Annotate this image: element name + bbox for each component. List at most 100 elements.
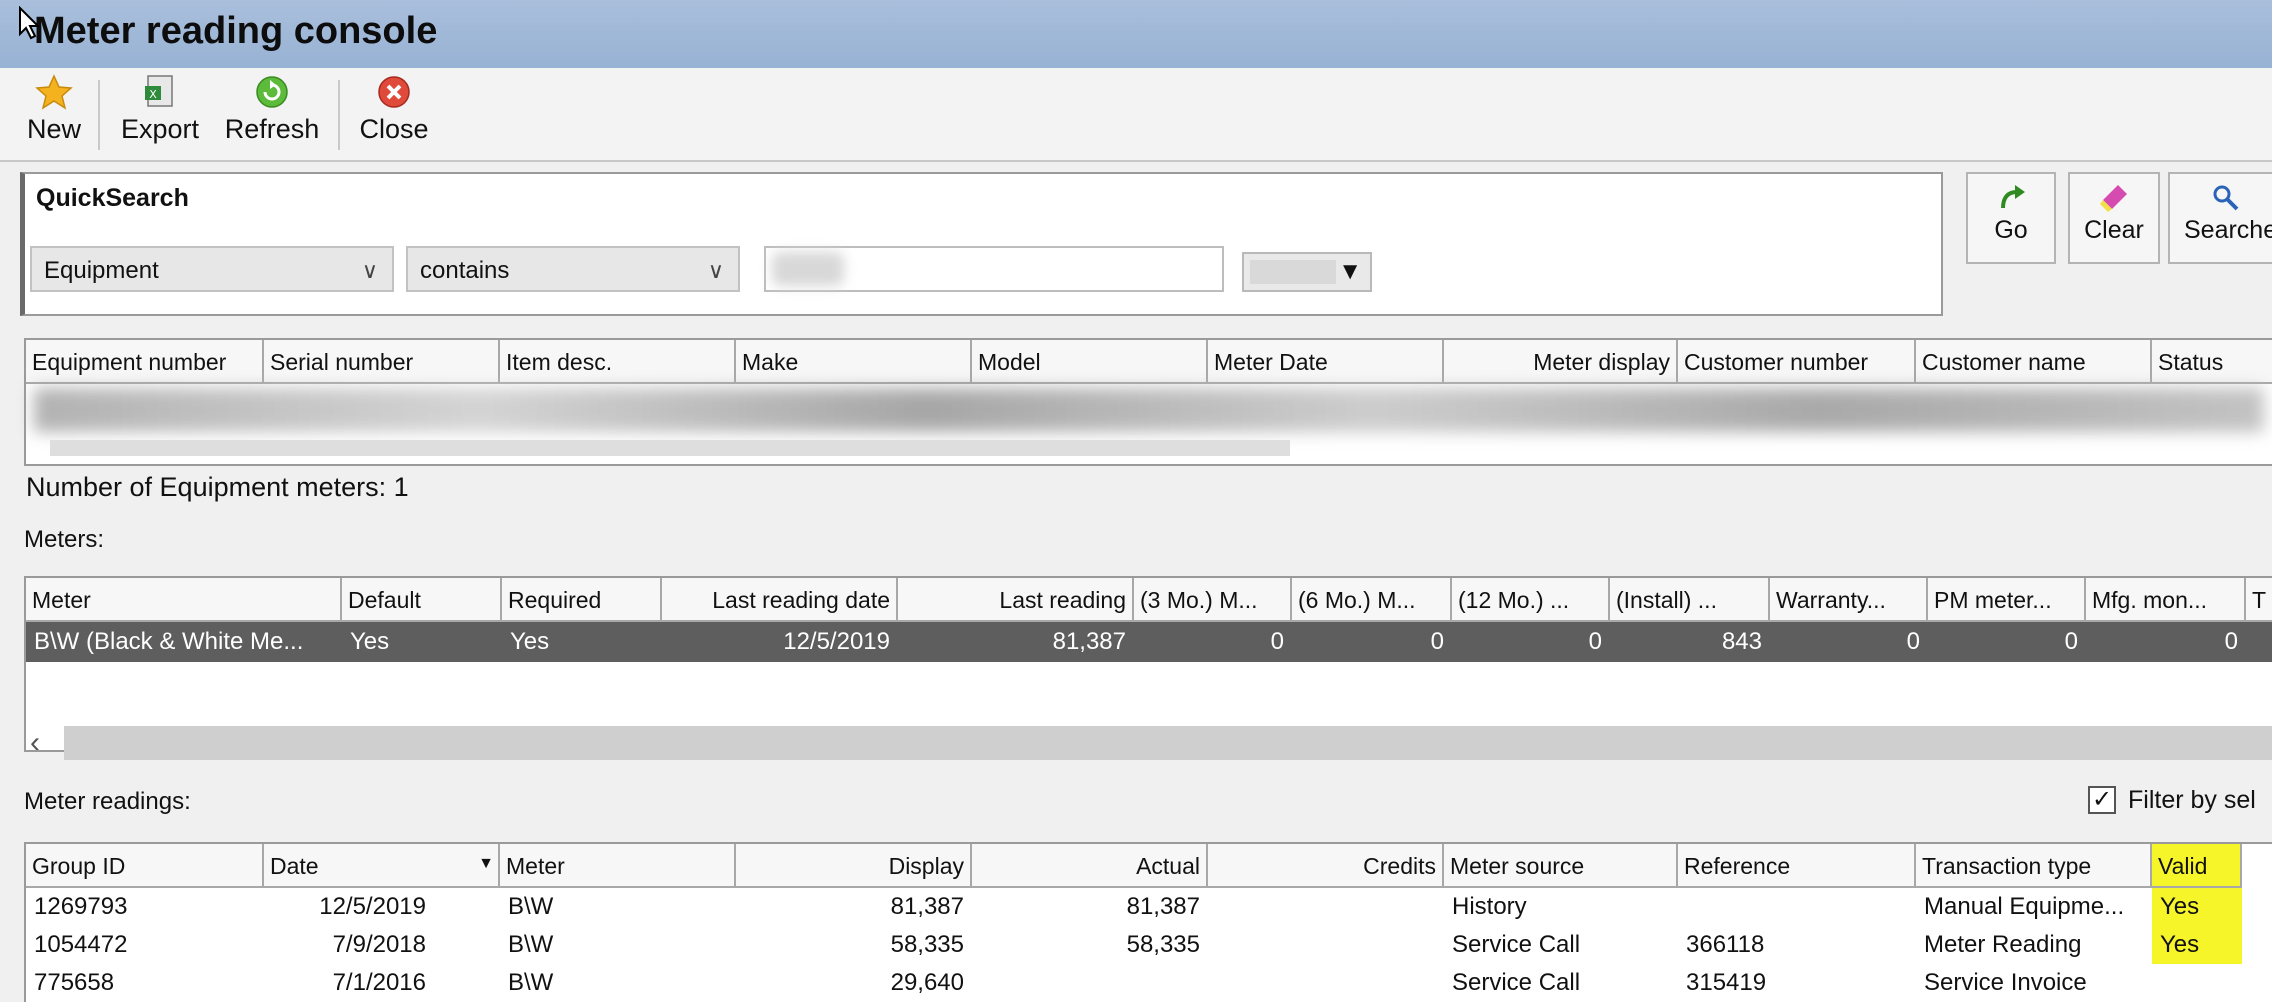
meter-cell: B\W (Black & White Me... (34, 628, 304, 655)
default-cell: Yes (350, 628, 390, 655)
searches-button[interactable]: Searche (2168, 172, 2272, 264)
export-button[interactable]: X Export (114, 74, 206, 145)
column-header-credits[interactable]: Credits (1208, 844, 1444, 888)
column-header-meter-date[interactable]: Meter Date (1208, 340, 1444, 384)
column-header-equipment-number[interactable]: Equipment number (26, 340, 264, 384)
transaction-type-cell: Service Invoice (1924, 969, 2087, 996)
reference-cell: 366118 (1686, 931, 1765, 958)
dropdown-arrow-icon: ▼ (1338, 258, 1362, 285)
chevron-down-icon: ∨ (361, 258, 378, 283)
clear-label: Clear (2084, 216, 2144, 244)
star-icon (35, 74, 73, 110)
last-reading-cell: 81,387 (1052, 628, 1126, 655)
valid-cell (2152, 964, 2242, 1002)
column-header-mfg-mon[interactable]: Mfg. mon... (2086, 578, 2246, 622)
3mo-cell: 0 (1270, 628, 1284, 655)
column-header-3mo[interactable]: (3 Mo.) M... (1134, 578, 1292, 622)
meters-horizontal-scrollbar[interactable] (64, 726, 2272, 760)
svg-text:X: X (149, 88, 157, 101)
column-header-t[interactable]: T (2246, 578, 2272, 622)
column-header-12mo[interactable]: (12 Mo.) ... (1452, 578, 1610, 622)
column-header-date[interactable]: Date ▼ (264, 844, 500, 888)
refresh-button[interactable]: Refresh (220, 74, 324, 145)
actual-cell: 58,335 (1126, 931, 1200, 958)
group-id-cell: 1054472 (34, 931, 128, 958)
column-header-customer-name[interactable]: Customer name (1916, 340, 2152, 384)
close-button[interactable]: Close (352, 74, 436, 145)
column-header-valid[interactable]: Valid (2152, 844, 2242, 888)
install-cell: 843 (1721, 628, 1762, 655)
column-header-transaction-type[interactable]: Transaction type (1916, 844, 2152, 888)
go-button[interactable]: Go (1966, 172, 2056, 264)
highlight-color-picker[interactable]: ▼ (1242, 252, 1372, 292)
filter-by-selection-checkbox[interactable]: ✓ (2088, 786, 2116, 814)
display-cell: 58,335 (890, 931, 964, 958)
meter-source-cell: Service Call (1452, 969, 1581, 996)
column-header-install[interactable]: (Install) ... (1610, 578, 1770, 622)
close-icon (378, 76, 410, 108)
color-swatch (1250, 260, 1336, 284)
equipment-meter-count: Number of Equipment meters: 1 (26, 472, 409, 502)
column-header-last-reading[interactable]: Last reading (898, 578, 1134, 622)
column-header-model[interactable]: Model (972, 340, 1208, 384)
equipment-horizontal-scrollbar[interactable] (50, 440, 1290, 456)
column-header-status[interactable]: Status (2152, 340, 2272, 384)
group-id-cell: 775658 (34, 969, 115, 996)
column-header-make[interactable]: Make (736, 340, 972, 384)
meters-section-label: Meters: (24, 526, 105, 553)
search-operator-select[interactable]: contains ∨ (406, 246, 740, 292)
clear-button[interactable]: Clear (2068, 172, 2160, 264)
display-cell: 29,640 (890, 969, 964, 996)
date-header-label: Date (270, 853, 319, 879)
column-header-required[interactable]: Required (502, 578, 662, 622)
search-operator-value: contains (420, 257, 510, 284)
column-header-group-id[interactable]: Group ID (26, 844, 264, 888)
sort-descending-icon: ▼ (478, 855, 494, 872)
column-header-item-desc[interactable]: Item desc. (500, 340, 736, 384)
column-header-meter[interactable]: Meter (26, 578, 342, 622)
mouse-cursor-icon (19, 6, 41, 40)
meter-source-cell: History (1452, 893, 1527, 920)
warranty-cell: 0 (1906, 628, 1920, 655)
column-header-last-reading-date[interactable]: Last reading date (662, 578, 898, 622)
column-header-serial-number[interactable]: Serial number (264, 340, 500, 384)
column-header-pm-meter[interactable]: PM meter... (1928, 578, 2086, 622)
date-cell: 7/1/2016 (332, 969, 426, 996)
go-label: Go (1994, 216, 2028, 244)
chevron-down-icon: ∨ (707, 258, 724, 283)
column-header-meter-display[interactable]: Meter display (1444, 340, 1678, 384)
actual-cell: 81,387 (1126, 893, 1200, 920)
meter-cell: B\W (508, 969, 554, 996)
table-row[interactable]: 1269793 12/5/2019 B\W 81,387 81,387 Hist… (26, 888, 2272, 926)
new-button[interactable]: New (16, 74, 92, 145)
meter-cell: B\W (508, 893, 554, 920)
new-label: New (26, 114, 81, 144)
table-row[interactable]: 775658 7/1/2016 B\W 29,640 Service Call … (26, 964, 2272, 1002)
column-header-meter[interactable]: Meter (500, 844, 736, 888)
table-row[interactable]: 1054472 7/9/2018 B\W 58,335 58,335 Servi… (26, 926, 2272, 964)
meter-readings-grid: Group ID Date ▼ Meter Display Actual Cre… (24, 842, 2272, 1002)
blurred-equipment-row[interactable] (34, 388, 2264, 432)
column-header-customer-number[interactable]: Customer number (1678, 340, 1916, 384)
credits-cell (1208, 888, 1444, 926)
refresh-label: Refresh (224, 114, 320, 144)
transaction-type-cell: Meter Reading (1924, 931, 2082, 958)
last-reading-date-cell: 12/5/2019 (783, 628, 890, 655)
credits-cell (1208, 964, 1444, 1002)
search-field-select[interactable]: Equipment ∨ (30, 246, 394, 292)
column-header-6mo[interactable]: (6 Mo.) M... (1292, 578, 1452, 622)
column-header-actual[interactable]: Actual (972, 844, 1208, 888)
column-header-default[interactable]: Default (342, 578, 502, 622)
column-header-warranty[interactable]: Warranty... (1770, 578, 1928, 622)
filter-by-selection-label: Filter by sel (2128, 786, 2256, 814)
column-header-reference[interactable]: Reference (1678, 844, 1916, 888)
column-header-display[interactable]: Display (736, 844, 972, 888)
meter-cell: B\W (508, 931, 554, 958)
pm-meter-cell: 0 (2064, 628, 2078, 655)
table-row[interactable]: B\W (Black & White Me... Yes Yes 12/5/20… (26, 622, 2272, 662)
scroll-left-icon[interactable]: ‹ (30, 726, 40, 760)
required-cell: Yes (510, 628, 550, 655)
toolbar-separator (98, 80, 100, 150)
column-header-meter-source[interactable]: Meter source (1444, 844, 1678, 888)
6mo-cell: 0 (1430, 628, 1444, 655)
